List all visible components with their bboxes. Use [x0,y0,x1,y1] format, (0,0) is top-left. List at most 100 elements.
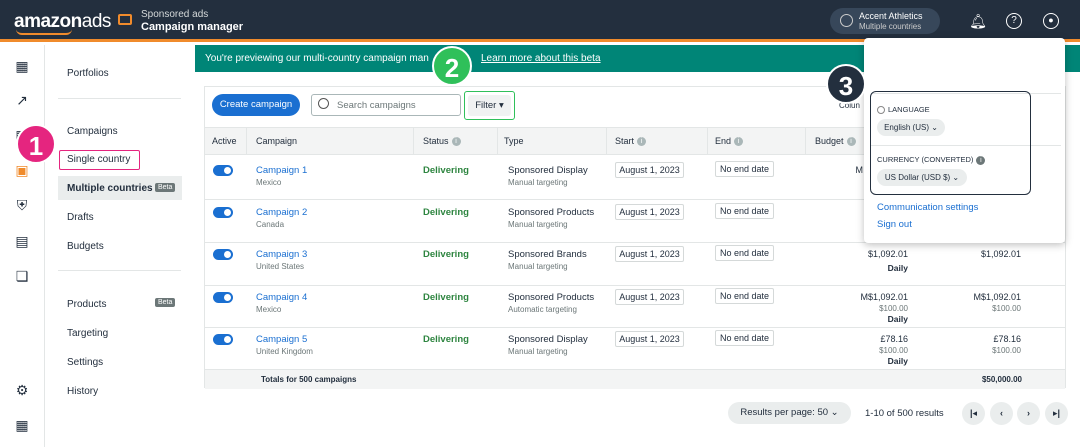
budget-converted-sub: $100.00 [879,304,908,313]
trend-icon[interactable]: ↗ [13,92,31,108]
search-placeholder: Search campaigns [337,100,416,111]
step-1-badge: 1 [16,124,56,164]
end-date[interactable]: No end date [715,330,774,346]
banner-text: You're previewing our multi-country camp… [205,53,429,64]
targeting-type: Manual targeting [508,347,568,356]
info-icon[interactable]: i [451,137,461,147]
th-start-label: Start [615,136,635,146]
end-date[interactable]: No end date [715,288,774,304]
active-toggle[interactable] [213,249,233,260]
start-date[interactable]: August 1, 2023 [615,204,684,220]
nav-settings[interactable]: Settings [67,357,103,368]
nav-targeting[interactable]: Targeting [67,328,108,339]
campaign-link[interactable]: Campaign 2 [256,207,307,218]
campaign-manager-icon [118,14,132,25]
prev-page-button[interactable]: ‹ [990,402,1013,425]
campaign-type: Sponsored Display [508,334,588,345]
communication-settings-link[interactable]: Communication settings [877,202,978,213]
dashboard-icon[interactable]: ▦ [13,58,31,74]
start-date[interactable]: August 1, 2023 [615,246,684,262]
start-date[interactable]: August 1, 2023 [615,289,684,305]
column-divider [707,127,708,155]
nav-products[interactable]: Products [67,299,106,310]
first-page-button[interactable]: |◂ [962,402,985,425]
active-toggle[interactable] [213,207,233,218]
budget-value[interactable]: £78.16 [818,334,908,344]
start-date[interactable]: August 1, 2023 [615,331,684,347]
info-icon[interactable]: i [637,137,647,147]
row-divider [205,285,1065,286]
row-divider [205,327,1065,328]
nav-multiple-countries[interactable]: Multiple countries [67,183,153,194]
info-icon[interactable]: i [734,137,744,147]
active-toggle[interactable] [213,292,233,303]
campaign-link[interactable]: Campaign 3 [256,249,307,260]
end-date[interactable]: No end date [715,161,774,177]
nav-drafts[interactable]: Drafts [67,212,94,223]
user-icon[interactable]: ● [1043,13,1059,29]
th-type[interactable]: Type [504,136,524,146]
nav-budgets[interactable]: Budgets [67,241,104,252]
budget-value[interactable]: M [773,165,864,175]
step-3-badge: 3 [826,64,866,104]
notification-bell-icon[interactable]: 🔔︎ [969,12,987,30]
th-budget-label: Budget [815,136,844,146]
nav-portfolios[interactable]: Portfolios [67,68,109,79]
next-page-button[interactable]: › [1017,402,1040,425]
th-end[interactable]: End i [715,136,744,147]
th-budget[interactable]: Budget i [815,136,856,147]
bar-chart-icon[interactable]: ▤ [13,233,31,249]
apps-grid-icon[interactable]: ▦ [13,417,31,433]
th-status-label: Status [423,136,449,146]
budget-period: Daily [887,314,908,324]
beta-badge: Beta [155,298,176,307]
active-toggle[interactable] [213,165,233,176]
create-campaign-button[interactable]: Create campaign [212,94,300,116]
media-icon[interactable]: ❏ [13,268,31,284]
end-date[interactable]: No end date [715,245,774,261]
last-page-button[interactable]: ▸| [1045,402,1068,425]
budget-value[interactable]: M$1,092.01 [818,292,908,302]
targeting-type: Automatic targeting [508,305,577,314]
settings-highlight [870,91,1031,195]
step-2-badge: 2 [432,46,472,86]
th-status[interactable]: Status i [423,136,461,147]
settings-gear-icon[interactable]: ⚙ [13,382,31,398]
column-divider [805,127,806,155]
converted-budget: $1,092.01 [980,249,1021,259]
status-text: Delivering [423,249,469,260]
wallet-icon[interactable]: ▣ [13,162,31,178]
search-icon [318,98,329,109]
th-active[interactable]: Active [212,136,237,146]
info-icon[interactable]: i [846,137,856,147]
targeting-type: Manual targeting [508,262,568,271]
totals-value: $50,000.00 [981,375,1022,384]
nav-history[interactable]: History [67,386,98,397]
start-date[interactable]: August 1, 2023 [615,162,684,178]
th-start[interactable]: Start i [615,136,647,147]
status-text: Delivering [423,292,469,303]
filter-button[interactable]: Filter ▾ [468,95,511,116]
end-date[interactable]: No end date [715,203,774,219]
account-name: Accent Athletics [859,11,923,21]
help-icon[interactable]: ? [1006,13,1022,29]
campaign-link[interactable]: Campaign 4 [256,292,307,303]
budget-period: Daily [887,356,908,366]
active-toggle[interactable] [213,334,233,345]
budget-value[interactable]: $1,092.01 [818,249,908,259]
shield-icon[interactable]: ⛨ [13,197,31,213]
campaign-link[interactable]: Campaign 1 [256,165,307,176]
campaign-link[interactable]: Campaign 5 [256,334,307,345]
sign-out-link[interactable]: Sign out [877,219,912,230]
nav-single-country[interactable]: Single country [67,154,130,165]
results-per-page-select[interactable]: Results per page: 50 ⌄ [728,402,851,424]
campaign-country: United Kingdom [256,347,313,356]
globe-icon [840,14,853,27]
status-text: Delivering [423,165,469,176]
banner-learn-more-link[interactable]: Learn more about this beta [481,53,601,64]
th-campaign[interactable]: Campaign [256,136,297,146]
nav-campaigns[interactable]: Campaigns [67,126,118,137]
targeting-type: Manual targeting [508,220,568,229]
column-divider [606,127,607,155]
totals-label: Totals for 500 campaigns [261,375,357,384]
